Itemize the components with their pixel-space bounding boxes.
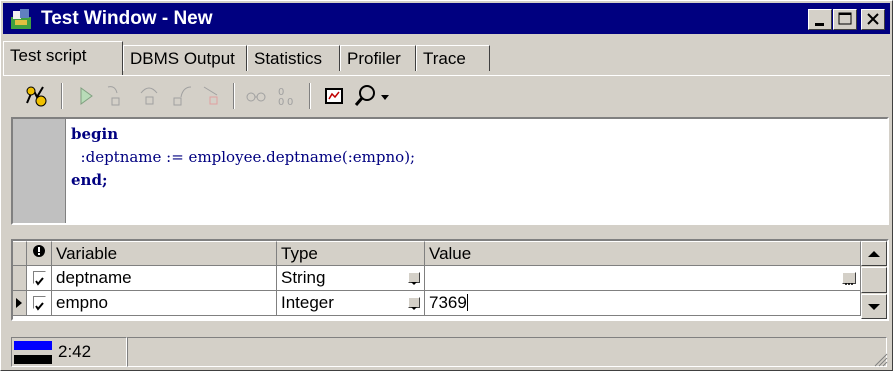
step-over-icon[interactable] [137, 83, 163, 109]
column-header-flag[interactable] [27, 241, 52, 266]
type-value: Integer [281, 293, 334, 312]
toolbar-separator [61, 83, 63, 109]
type-value: String [281, 268, 326, 287]
close-button[interactable] [861, 9, 885, 30]
code-line-1: begin [71, 125, 119, 143]
chevron-down-icon [411, 282, 417, 285]
type-select-cell[interactable]: String [277, 266, 425, 291]
session-indicator-icon [14, 341, 52, 364]
ellipsis-icon [845, 283, 853, 285]
minimize-icon [815, 23, 824, 26]
variable-name-cell[interactable]: deptname [52, 266, 277, 291]
app-icon [11, 9, 31, 29]
toolbar-separator [233, 83, 235, 109]
checkmark-icon [35, 277, 44, 286]
editor-gutter [13, 119, 66, 223]
value-cell[interactable] [425, 266, 861, 291]
status-position-pane: 2:42 [11, 337, 127, 367]
graph-icon[interactable] [321, 83, 347, 109]
table-row[interactable]: deptname String [13, 266, 861, 291]
row-checkbox[interactable] [33, 271, 46, 286]
svg-text:0: 0 [287, 97, 293, 108]
window-title: Test Window - New [41, 8, 213, 29]
ellipsis-button[interactable] [842, 272, 856, 285]
row-indicator [13, 291, 27, 316]
arrow-up-icon [868, 251, 880, 257]
minimize-button[interactable] [808, 9, 832, 30]
grid-scrollbar[interactable] [861, 241, 887, 319]
step-out-icon[interactable] [169, 83, 195, 109]
row-indicator [13, 266, 27, 291]
scroll-thumb[interactable] [861, 267, 887, 293]
row-checkbox-cell[interactable] [27, 291, 52, 316]
tab-panel-border [3, 75, 890, 76]
test-window: Test Window - New Test script DBMS Outpu… [0, 0, 893, 371]
text-cursor [466, 294, 468, 311]
toolbar-separator [309, 83, 311, 109]
code-line-3: end; [71, 171, 108, 189]
run-to-exception-icon[interactable] [199, 83, 225, 109]
svg-text:0: 0 [278, 97, 284, 108]
tab-statistics[interactable]: Statistics [247, 45, 340, 71]
info-icon [33, 245, 45, 257]
resize-grip-icon[interactable] [872, 351, 888, 367]
set-variable-icon[interactable]: 000 [275, 83, 301, 109]
dropdown-button[interactable] [408, 297, 420, 310]
tab-profiler[interactable]: Profiler [340, 45, 416, 71]
title-bar[interactable]: Test Window - New [3, 3, 890, 34]
run-icon[interactable] [73, 83, 99, 109]
row-indicator-header [13, 241, 27, 266]
value-text: 7369 [429, 293, 467, 312]
table-row[interactable]: empno Integer 7369 [13, 291, 861, 316]
variables-grid: Variable Type Value deptname String empn… [11, 239, 889, 321]
scroll-down-button[interactable] [861, 294, 887, 319]
chevron-down-icon [411, 307, 417, 310]
maximize-button[interactable] [833, 9, 857, 30]
maximize-icon [838, 12, 852, 25]
code-text[interactable]: begin :deptname := employee.deptname(:em… [71, 123, 415, 192]
cursor-position: 2:42 [58, 342, 92, 361]
row-checkbox[interactable] [33, 296, 46, 311]
value-input[interactable]: 7369 [425, 291, 861, 316]
execute-icon[interactable] [23, 83, 49, 109]
tab-strip: Test script DBMS Output Statistics Profi… [3, 39, 890, 75]
code-editor[interactable]: begin :deptname := employee.deptname(:em… [11, 117, 889, 225]
search-icon[interactable] [353, 83, 393, 109]
step-into-icon[interactable] [103, 83, 129, 109]
tab-dbms-output[interactable]: DBMS Output [123, 45, 247, 71]
variable-name-cell[interactable]: empno [52, 291, 277, 316]
current-row-icon [16, 298, 22, 308]
toolbar: 000 [3, 79, 890, 113]
column-header-type[interactable]: Type [277, 241, 425, 266]
view-variables-icon[interactable] [243, 83, 269, 109]
close-icon [867, 13, 879, 25]
scroll-up-button[interactable] [861, 241, 887, 266]
column-header-variable[interactable]: Variable [52, 241, 277, 266]
tab-trace[interactable]: Trace [416, 45, 490, 71]
tab-test-script[interactable]: Test script [3, 41, 123, 75]
status-message-pane [127, 337, 887, 367]
checkmark-icon [35, 302, 44, 311]
type-select-cell[interactable]: Integer [277, 291, 425, 316]
arrow-down-icon [868, 304, 880, 310]
column-header-value[interactable]: Value [425, 241, 861, 266]
dropdown-button[interactable] [408, 272, 420, 285]
code-line-2: :deptname := employee.deptname(:empno); [71, 148, 416, 166]
grid-header: Variable Type Value [13, 241, 861, 266]
row-checkbox-cell[interactable] [27, 266, 52, 291]
status-bar: 2:42 [3, 335, 890, 369]
